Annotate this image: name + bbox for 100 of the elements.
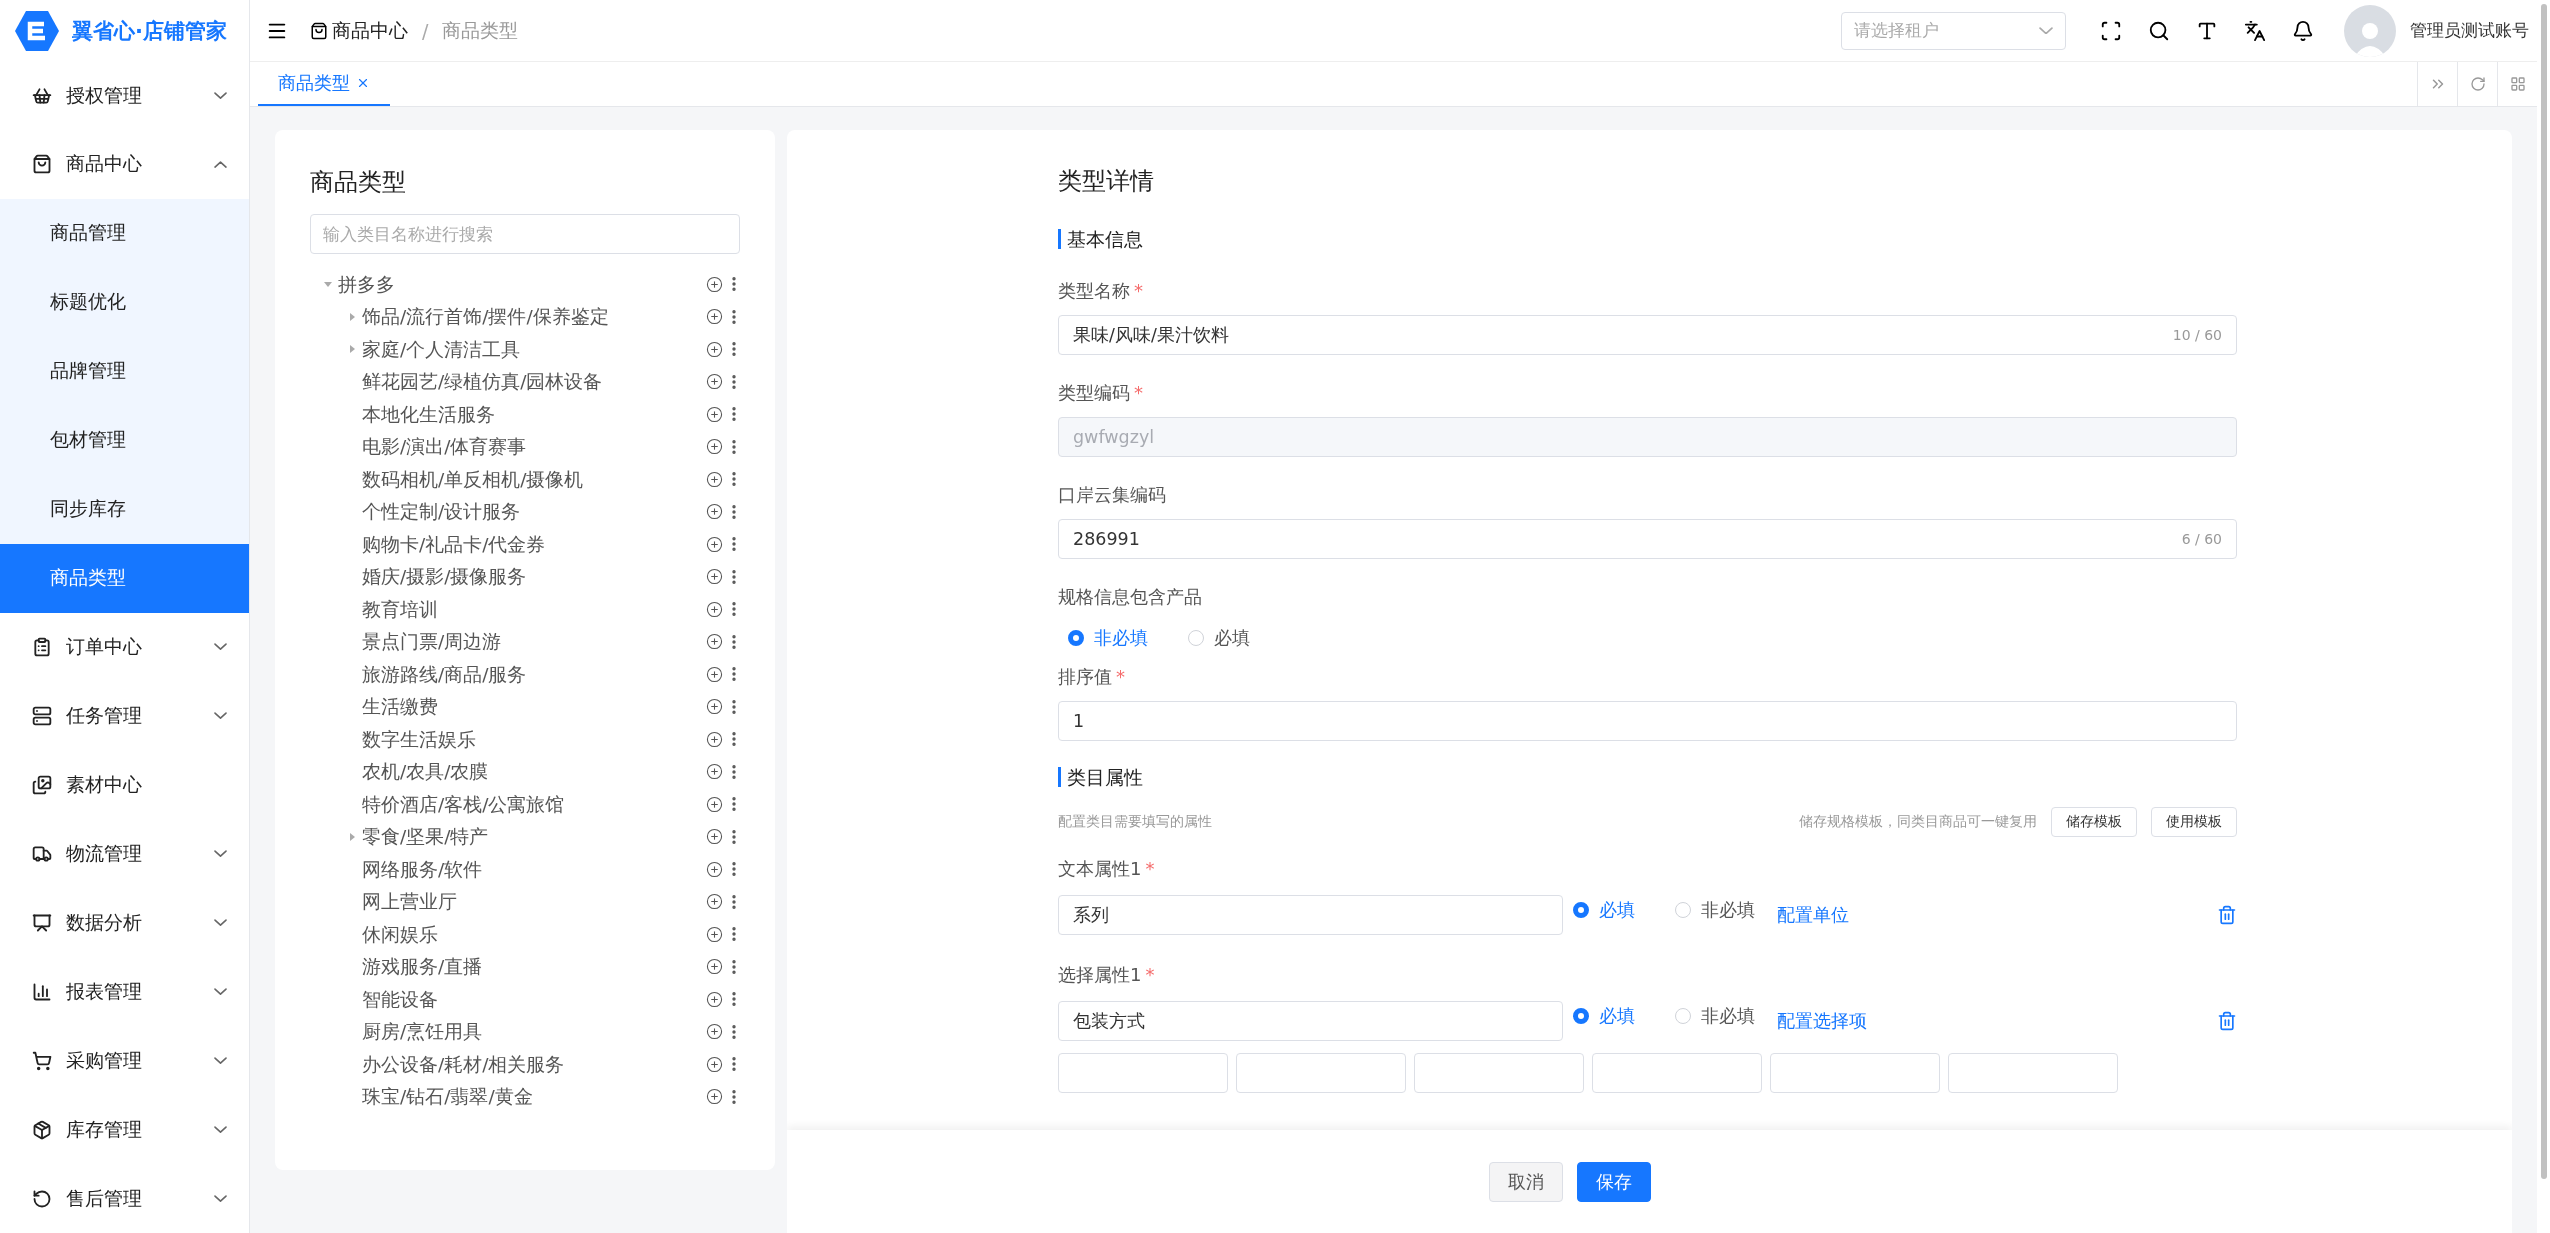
bell-icon[interactable] <box>2292 19 2314 42</box>
tree-item[interactable]: 旅游路线/商品/服务 <box>362 661 706 687</box>
add-icon[interactable] <box>706 730 723 748</box>
tree-item[interactable]: 家庭/个人清洁工具 <box>362 336 706 362</box>
add-icon[interactable] <box>706 275 723 293</box>
tree-item[interactable]: 珠宝/钻石/翡翠/黄金 <box>362 1084 706 1110</box>
tree-item[interactable]: 农机/农具/农膜 <box>362 759 706 785</box>
chevron-down-icon <box>214 712 227 720</box>
tree-item[interactable]: 游戏服务/直播 <box>362 954 706 980</box>
field-label: 类型编码 * <box>1058 381 1144 405</box>
tree-item[interactable]: 数码相机/单反相机/摄像机 <box>362 466 706 492</box>
sidebar-subitem[interactable]: 同步库存 <box>0 474 249 544</box>
scrollbar-thumb[interactable] <box>2540 4 2547 1179</box>
add-icon[interactable] <box>706 438 723 456</box>
add-icon[interactable] <box>706 633 723 651</box>
sidebar-subitem[interactable]: 标题优化 <box>0 267 249 337</box>
radio-option[interactable]: 非必填 <box>1675 1004 1755 1028</box>
input-field[interactable]: 1 <box>1058 701 2237 741</box>
radio-option[interactable]: 必填 <box>1188 626 1250 650</box>
tree-item[interactable]: 生活缴费 <box>362 694 706 720</box>
sidebar-subitem[interactable]: 商品类型 <box>0 543 249 613</box>
config-link[interactable]: 配置选择项 <box>1777 1009 1867 1033</box>
option-field[interactable] <box>1414 1053 1584 1093</box>
radio-option[interactable]: 必填 <box>1573 898 1635 922</box>
option-field[interactable] <box>1236 1053 1406 1093</box>
delete-icon[interactable] <box>2217 905 2237 925</box>
user-name[interactable]: 管理员测试账号 <box>2410 19 2529 42</box>
server-icon <box>32 705 52 726</box>
add-icon[interactable] <box>706 795 723 813</box>
add-icon[interactable] <box>706 1055 723 1073</box>
add-icon[interactable] <box>706 990 723 1008</box>
tree-item[interactable]: 饰品/流行首饰/摆件/保养鉴定 <box>362 304 706 330</box>
add-icon[interactable] <box>706 535 723 553</box>
search-icon[interactable] <box>2148 19 2170 42</box>
tree-item[interactable]: 零食/坚果/特产 <box>362 824 706 850</box>
close-icon[interactable] <box>356 76 370 90</box>
tree-item[interactable]: 网络服务/软件 <box>362 856 706 882</box>
input-field[interactable]: 286991 6 / 60 <box>1058 519 2237 559</box>
tree-item[interactable]: 智能设备 <box>362 986 706 1012</box>
sidebar-subitem[interactable]: 品牌管理 <box>0 336 249 406</box>
refresh-icon <box>2469 76 2486 92</box>
radio-option[interactable]: 非必填 <box>1068 626 1148 650</box>
panel-title: 商品类型 <box>310 167 407 198</box>
tree-item[interactable]: 网上营业厅 <box>362 889 706 915</box>
tree-item[interactable]: 婚庆/摄影/摄像服务 <box>362 564 706 590</box>
tree-item[interactable]: 景点门票/周边游 <box>362 629 706 655</box>
add-icon[interactable] <box>706 665 723 683</box>
add-icon[interactable] <box>706 958 723 976</box>
add-icon[interactable] <box>706 470 723 488</box>
sidebar-subitem[interactable]: 商品管理 <box>0 198 249 268</box>
add-icon[interactable] <box>706 503 723 521</box>
save-button[interactable]: 保存 <box>1576 1161 1651 1202</box>
add-icon[interactable] <box>706 405 723 423</box>
input-field[interactable]: 系列 <box>1058 895 1563 935</box>
add-icon[interactable] <box>706 925 723 943</box>
cancel-button[interactable]: 取消 <box>1488 1161 1563 1202</box>
tree-item[interactable]: 厨房/烹饪用具 <box>362 1019 706 1045</box>
sidebar-subitem[interactable]: 包材管理 <box>0 405 249 475</box>
add-icon[interactable] <box>706 1023 723 1041</box>
input-field[interactable]: 包装方式 <box>1058 1001 1563 1041</box>
option-field[interactable] <box>1948 1053 2118 1093</box>
tree-item[interactable]: 数字生活娱乐 <box>362 726 706 752</box>
add-icon[interactable] <box>706 698 723 716</box>
add-icon[interactable] <box>706 568 723 586</box>
add-icon[interactable] <box>706 860 723 878</box>
delete-icon[interactable] <box>2217 1011 2237 1031</box>
tree-item[interactable]: 休闲娱乐 <box>362 921 706 947</box>
config-link[interactable]: 配置单位 <box>1777 903 1849 927</box>
field-label: 口岸云集编码 <box>1058 483 1167 507</box>
add-icon[interactable] <box>706 308 723 326</box>
radio-option[interactable]: 非必填 <box>1675 898 1755 922</box>
tree-item[interactable]: 特价酒店/客栈/公寓旅馆 <box>362 791 706 817</box>
add-icon[interactable] <box>706 893 723 911</box>
input-field[interactable]: 果味/风味/果汁饮料 10 / 60 <box>1058 315 2237 355</box>
add-icon[interactable] <box>706 828 723 846</box>
tree-item[interactable]: 教育培训 <box>362 596 706 622</box>
fullscreen-icon[interactable] <box>2100 19 2122 42</box>
add-icon[interactable] <box>706 600 723 618</box>
add-icon[interactable] <box>706 373 723 391</box>
add-icon[interactable] <box>706 1088 723 1106</box>
tree-item[interactable]: 本地化生活服务 <box>362 401 706 427</box>
tree-item[interactable]: 购物卡/礼品卡/代金券 <box>362 531 706 557</box>
tree-item[interactable]: 电影/演出/体育赛事 <box>362 434 706 460</box>
search-field[interactable]: 输入类目名称进行搜索 <box>310 214 740 254</box>
add-icon[interactable] <box>706 763 723 781</box>
tree-item[interactable]: 办公设备/耗材/相关服务 <box>362 1051 706 1077</box>
tree-item[interactable]: 鲜花园艺/绿植仿真/园林设备 <box>362 369 706 395</box>
option-field[interactable] <box>1058 1053 1228 1093</box>
add-icon[interactable] <box>706 340 723 358</box>
breadcrumb-item[interactable]: 商品中心 <box>332 17 408 44</box>
option-field[interactable] <box>1770 1053 1940 1093</box>
page-tab[interactable]: 商品类型 <box>258 62 390 106</box>
template-button[interactable]: 使用模板 <box>2151 807 2237 837</box>
option-field[interactable] <box>1592 1053 1762 1093</box>
translate-icon[interactable] <box>2244 19 2266 42</box>
tree-item[interactable]: 个性定制/设计服务 <box>362 499 706 525</box>
bag-icon <box>32 154 52 175</box>
radio-option[interactable]: 必填 <box>1573 1004 1635 1028</box>
template-button[interactable]: 储存模板 <box>2051 807 2137 837</box>
tree-item[interactable]: 拼多多 <box>338 271 706 297</box>
